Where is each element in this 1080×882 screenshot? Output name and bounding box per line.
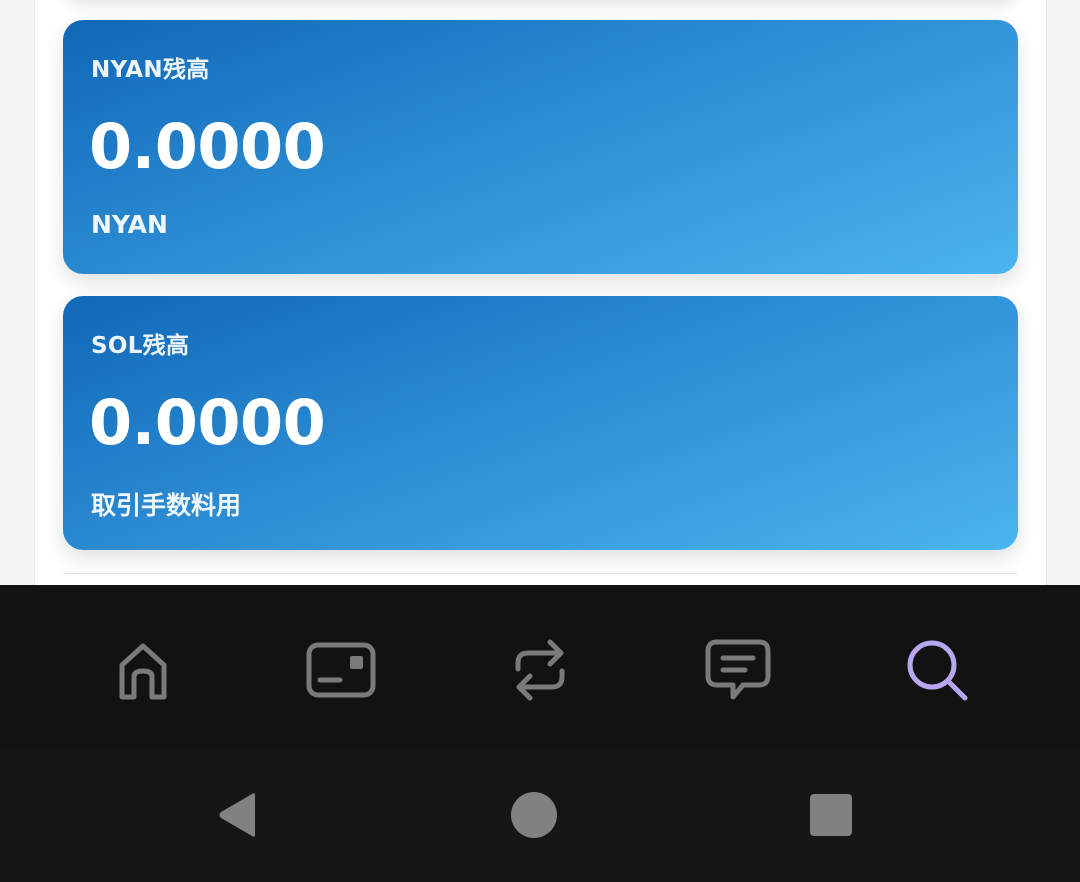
nav-home[interactable] xyxy=(108,635,178,705)
recents-icon xyxy=(810,794,852,836)
nav-messages[interactable] xyxy=(703,635,773,705)
wallet-card-icon xyxy=(306,642,376,698)
system-back-button[interactable] xyxy=(207,790,267,840)
nav-wallet[interactable] xyxy=(306,635,376,705)
system-recents-button[interactable] xyxy=(801,790,861,840)
home-icon xyxy=(119,643,167,700)
nyan-balance-label: NYAN残高 xyxy=(91,57,210,83)
system-navigation-bar xyxy=(0,750,1080,882)
sol-balance-note: 取引手数料用 xyxy=(91,491,242,520)
bottom-navigation xyxy=(0,585,1080,750)
home-circle-icon xyxy=(511,792,557,838)
sol-balance-label: SOL残高 xyxy=(91,333,190,359)
section-divider xyxy=(63,573,1018,574)
nyan-balance-value: 0.0000 xyxy=(89,110,326,183)
nav-search[interactable] xyxy=(902,635,972,705)
search-icon xyxy=(907,640,968,701)
nav-swap[interactable] xyxy=(505,635,575,705)
nyan-balance-unit: NYAN xyxy=(91,210,168,239)
back-icon xyxy=(219,793,255,837)
sol-balance-card: SOL残高 0.0000 取引手数料用 xyxy=(63,296,1018,550)
system-home-button[interactable] xyxy=(504,790,564,840)
main-content: NYAN残高 0.0000 NYAN SOL残高 0.0000 取引手数料用 xyxy=(0,0,1080,585)
message-icon xyxy=(705,639,771,700)
sol-balance-value: 0.0000 xyxy=(89,386,326,459)
nyan-balance-card: NYAN残高 0.0000 NYAN xyxy=(63,20,1018,274)
swap-arrows-icon xyxy=(515,639,565,701)
